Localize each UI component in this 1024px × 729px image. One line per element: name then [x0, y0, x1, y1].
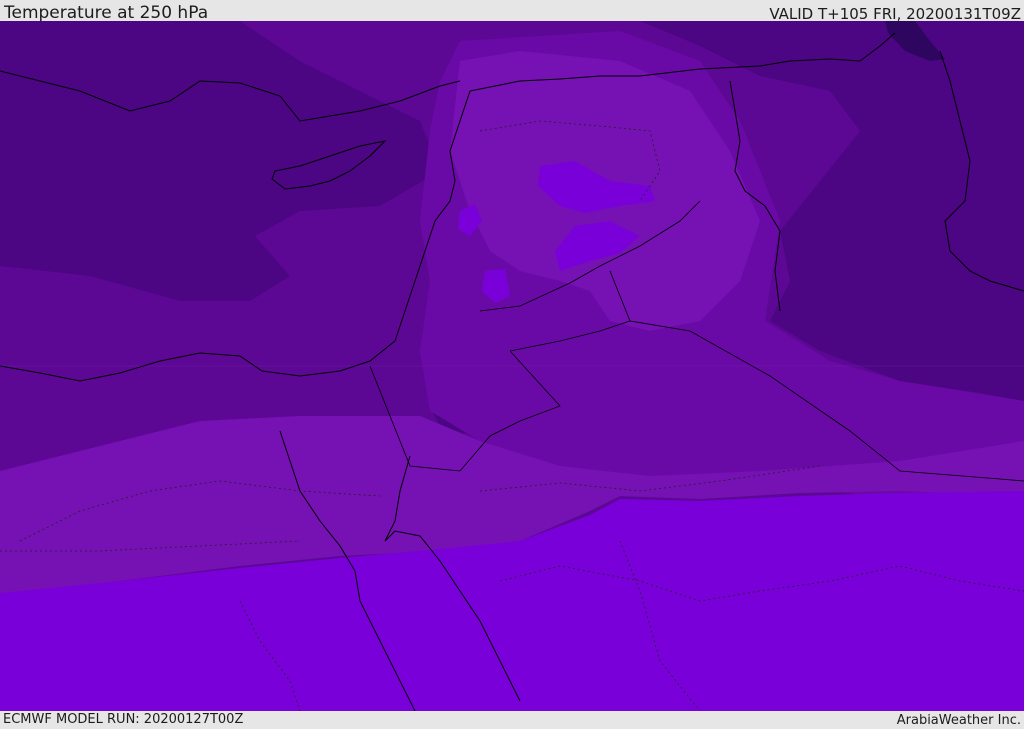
header-bar: Temperature at 250 hPa VALID T+105 FRI, … — [0, 0, 1024, 23]
footer-bar: ECMWF MODEL RUN: 20200127T00Z ArabiaWeat… — [0, 711, 1024, 729]
model-run-label: ECMWF MODEL RUN: 20200127T00Z — [3, 712, 244, 727]
temperature-map — [0, 21, 1024, 711]
credit-label: ArabiaWeather Inc. — [896, 713, 1021, 728]
map-title: Temperature at 250 hPa — [4, 3, 209, 23]
